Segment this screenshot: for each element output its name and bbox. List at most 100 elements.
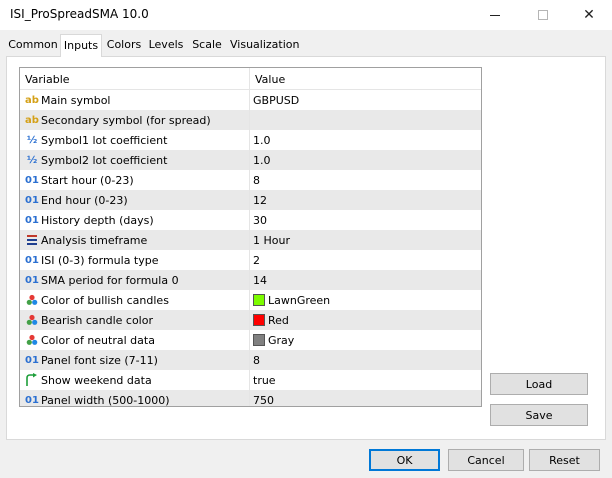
- load-button[interactable]: Load: [490, 373, 588, 395]
- color-swatch: [253, 293, 265, 306]
- variable-value[interactable]: LawnGreen: [253, 293, 331, 307]
- value-text: Gray: [268, 334, 295, 347]
- variable-value[interactable]: 8: [253, 174, 260, 187]
- variable-value[interactable]: 14: [253, 274, 267, 287]
- variable-value[interactable]: 1.0: [253, 134, 271, 147]
- string-type-icon: ab: [25, 114, 39, 126]
- string-type-icon: ab: [25, 94, 39, 106]
- value-text: 750: [253, 394, 274, 407]
- value-text: 8: [253, 354, 260, 367]
- variable-value[interactable]: Red: [253, 313, 289, 327]
- table-row[interactable]: 01 ISI (0-3) formula type 2: [20, 250, 481, 270]
- table-row[interactable]: 01 Start hour (0-23) 8: [20, 170, 481, 190]
- save-button[interactable]: Save: [490, 404, 588, 426]
- value-text: 8: [253, 174, 260, 187]
- integer-type-icon: 01: [25, 214, 39, 226]
- grid-rows: ab Main symbol GBPUSD ab Secondary symbol (f…: [20, 90, 481, 407]
- table-row[interactable]: ½ Symbol1 lot coefficient 1.0: [20, 130, 481, 150]
- table-row[interactable]: 01 Panel font size (7-11) 8: [20, 350, 481, 370]
- value-text: 1 Hour: [253, 234, 290, 247]
- value-text: Red: [268, 314, 289, 327]
- table-row[interactable]: ab Secondary symbol (for spread): [20, 110, 481, 130]
- variable-name: Bearish candle color: [41, 314, 153, 327]
- table-row[interactable]: Bearish candle color Red: [20, 310, 481, 330]
- variable-value[interactable]: 750: [253, 394, 274, 407]
- maximize-button[interactable]: [520, 0, 566, 30]
- table-row[interactable]: Color of bullish candles LawnGreen: [20, 290, 481, 310]
- tab-scale[interactable]: Scale: [190, 34, 224, 56]
- color-type-icon: [24, 332, 40, 348]
- column-resize-handle[interactable]: [249, 68, 250, 90]
- variable-name: End hour (0-23): [41, 194, 128, 207]
- close-button[interactable]: ✕: [566, 0, 612, 30]
- close-icon: ✕: [583, 7, 595, 23]
- value-text: 2: [253, 254, 260, 267]
- inputs-panel: Variable Value ab Main symbol GBPUSD ab Seco…: [6, 56, 606, 440]
- integer-type-icon: 01: [25, 274, 39, 286]
- variable-name: Main symbol: [41, 94, 111, 107]
- integer-type-icon: 01: [25, 354, 39, 366]
- value-text: 30: [253, 214, 267, 227]
- variable-value[interactable]: 8: [253, 354, 260, 367]
- variable-name: Secondary symbol (for spread): [41, 114, 211, 127]
- title-bar: ISI_ProSpreadSMA 10.0 ✕: [0, 0, 612, 30]
- grid-header: Variable Value: [20, 68, 481, 90]
- value-text: LawnGreen: [268, 294, 331, 307]
- variable-name: Symbol2 lot coefficient: [41, 154, 168, 167]
- variable-value[interactable]: 12: [253, 194, 267, 207]
- variable-name: Color of bullish candles: [41, 294, 169, 307]
- value-text: GBPUSD: [253, 94, 300, 107]
- variable-value[interactable]: true: [253, 374, 276, 387]
- variable-name: History depth (days): [41, 214, 154, 227]
- variable-value[interactable]: 1.0: [253, 154, 271, 167]
- integer-type-icon: 01: [25, 194, 39, 206]
- integer-type-icon: 01: [25, 174, 39, 186]
- variable-name: Show weekend data: [41, 374, 152, 387]
- table-row[interactable]: ab Main symbol GBPUSD: [20, 90, 481, 110]
- enum-type-icon: [24, 232, 40, 248]
- table-row[interactable]: ½ Symbol2 lot coefficient 1.0: [20, 150, 481, 170]
- table-row[interactable]: Analysis timeframe 1 Hour: [20, 230, 481, 250]
- variable-value[interactable]: 30: [253, 214, 267, 227]
- cancel-button[interactable]: Cancel: [448, 449, 524, 471]
- variable-value[interactable]: 2: [253, 254, 260, 267]
- variable-value[interactable]: GBPUSD: [253, 94, 299, 107]
- table-row[interactable]: Show weekend data true: [20, 370, 481, 390]
- table-row[interactable]: 01 End hour (0-23) 12: [20, 190, 481, 210]
- tab-visualization[interactable]: Visualization: [230, 34, 299, 56]
- tab-strip: Common Inputs Colors Levels Scale Visual…: [6, 34, 606, 57]
- double-type-icon: ½: [26, 154, 38, 166]
- tab-levels[interactable]: Levels: [146, 34, 186, 56]
- variable-value[interactable]: Gray: [253, 333, 295, 347]
- bool-type-icon: [24, 372, 40, 388]
- value-text: true: [253, 374, 276, 387]
- variable-name: ISI (0-3) formula type: [41, 254, 159, 267]
- inputs-grid: Variable Value ab Main symbol GBPUSD ab Seco…: [19, 67, 482, 407]
- color-type-icon: [24, 312, 40, 328]
- maximize-icon: [538, 10, 548, 20]
- variable-value[interactable]: 1 Hour: [253, 234, 290, 247]
- value-text: 1.0: [253, 134, 271, 147]
- minimize-icon: [490, 14, 500, 16]
- double-type-icon: ½: [26, 134, 38, 146]
- color-swatch: [253, 313, 265, 326]
- column-header-value[interactable]: Value: [255, 73, 285, 86]
- reset-button[interactable]: Reset: [529, 449, 600, 471]
- variable-name: Analysis timeframe: [41, 234, 148, 247]
- table-row[interactable]: Color of neutral data Gray: [20, 330, 481, 350]
- value-text: 12: [253, 194, 267, 207]
- window-title: ISI_ProSpreadSMA 10.0: [10, 7, 149, 21]
- tab-colors[interactable]: Colors: [104, 34, 144, 56]
- variable-name: Panel width (500-1000): [41, 394, 170, 407]
- table-row[interactable]: 01 SMA period for formula 0 14: [20, 270, 481, 290]
- integer-type-icon: 01: [25, 254, 39, 266]
- table-row[interactable]: 01 Panel width (500-1000) 750: [20, 390, 481, 407]
- table-row[interactable]: 01 History depth (days) 30: [20, 210, 481, 230]
- variable-name: Start hour (0-23): [41, 174, 134, 187]
- tab-common[interactable]: Common: [6, 34, 60, 56]
- tab-inputs[interactable]: Inputs: [60, 34, 102, 57]
- ok-button[interactable]: OK: [369, 449, 440, 471]
- variable-name: Color of neutral data: [41, 334, 155, 347]
- minimize-button[interactable]: [472, 0, 518, 30]
- column-header-variable[interactable]: Variable: [25, 73, 70, 86]
